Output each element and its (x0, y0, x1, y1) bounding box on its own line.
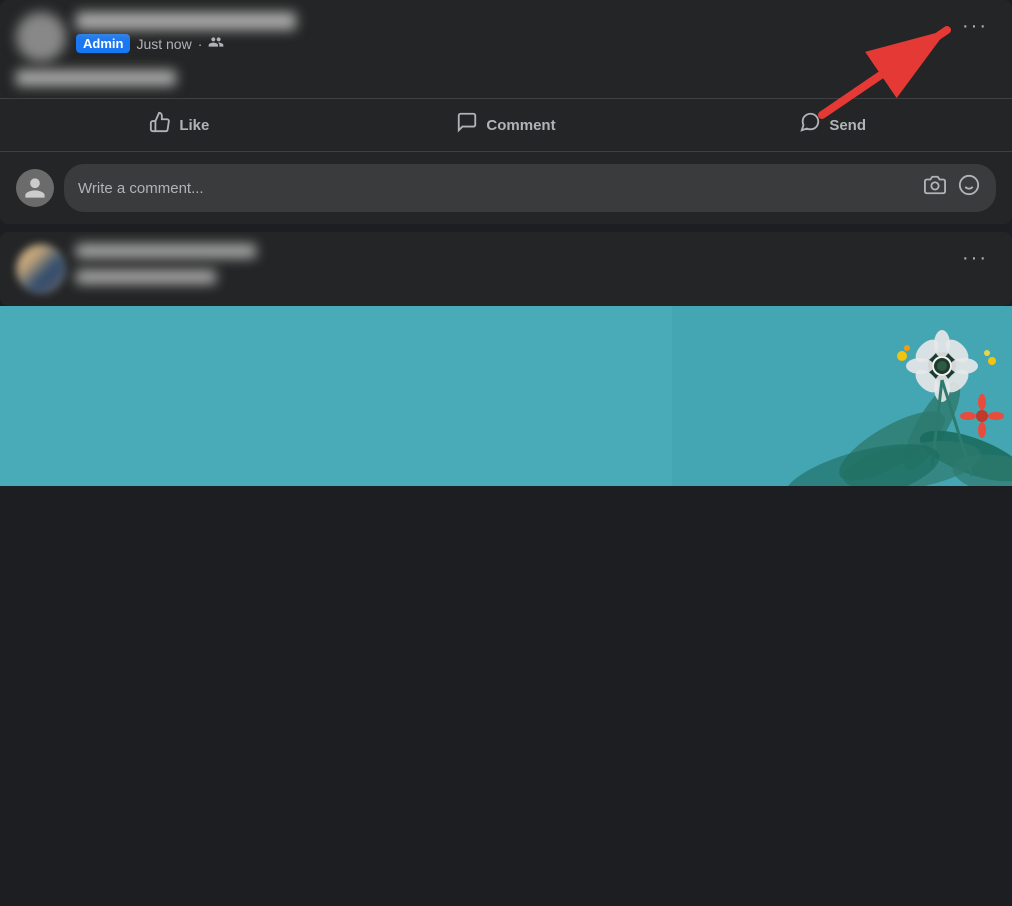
comment-section: Write a comment... (16, 152, 996, 224)
messenger-icon (799, 111, 821, 139)
avatar (16, 12, 66, 62)
post-name-blurred (76, 12, 296, 30)
post2-name-line1 (76, 244, 256, 258)
comment-placeholder: Write a comment... (78, 180, 914, 197)
comment-avatar (16, 169, 54, 207)
post-card-2: ··· (0, 232, 1012, 306)
post-meta: Admin Just now · (76, 12, 296, 53)
banner-section (0, 306, 1012, 486)
post-header-1: Admin Just now · ··· (16, 12, 996, 62)
post2-left (16, 244, 256, 294)
like-label: Like (179, 117, 209, 134)
comment-input-wrapper[interactable]: Write a comment... (64, 164, 996, 212)
post-subtitle-blurred (16, 70, 176, 86)
post-meta-row: Admin Just now · (76, 34, 296, 53)
comment-icons (922, 172, 982, 204)
comment-icon (456, 111, 478, 139)
post-time: Just now (136, 36, 191, 52)
post-header-2: ··· (16, 244, 996, 294)
post-card-1: Admin Just now · ··· (0, 0, 1012, 224)
more-options-button[interactable]: ··· (954, 12, 996, 40)
admin-badge: Admin (76, 34, 130, 53)
emoji-icon-button[interactable] (956, 172, 982, 204)
action-bar: Like Comment Send (16, 99, 996, 151)
camera-icon-button[interactable] (922, 172, 948, 204)
send-button[interactable]: Send (669, 103, 996, 147)
comment-label: Comment (486, 117, 555, 134)
like-button[interactable]: Like (16, 103, 343, 147)
post-header-left: Admin Just now · (16, 12, 296, 62)
globe-icon: · (198, 36, 203, 52)
post2-more-options-button[interactable]: ··· (954, 244, 996, 272)
send-label: Send (829, 117, 866, 134)
privacy-icon (208, 34, 224, 53)
post2-name-line2 (76, 270, 216, 284)
post2-meta (76, 244, 256, 284)
like-icon (149, 111, 171, 139)
post2-avatar (16, 244, 66, 294)
comment-button[interactable]: Comment (343, 103, 670, 147)
banner-decoration (672, 306, 1012, 486)
